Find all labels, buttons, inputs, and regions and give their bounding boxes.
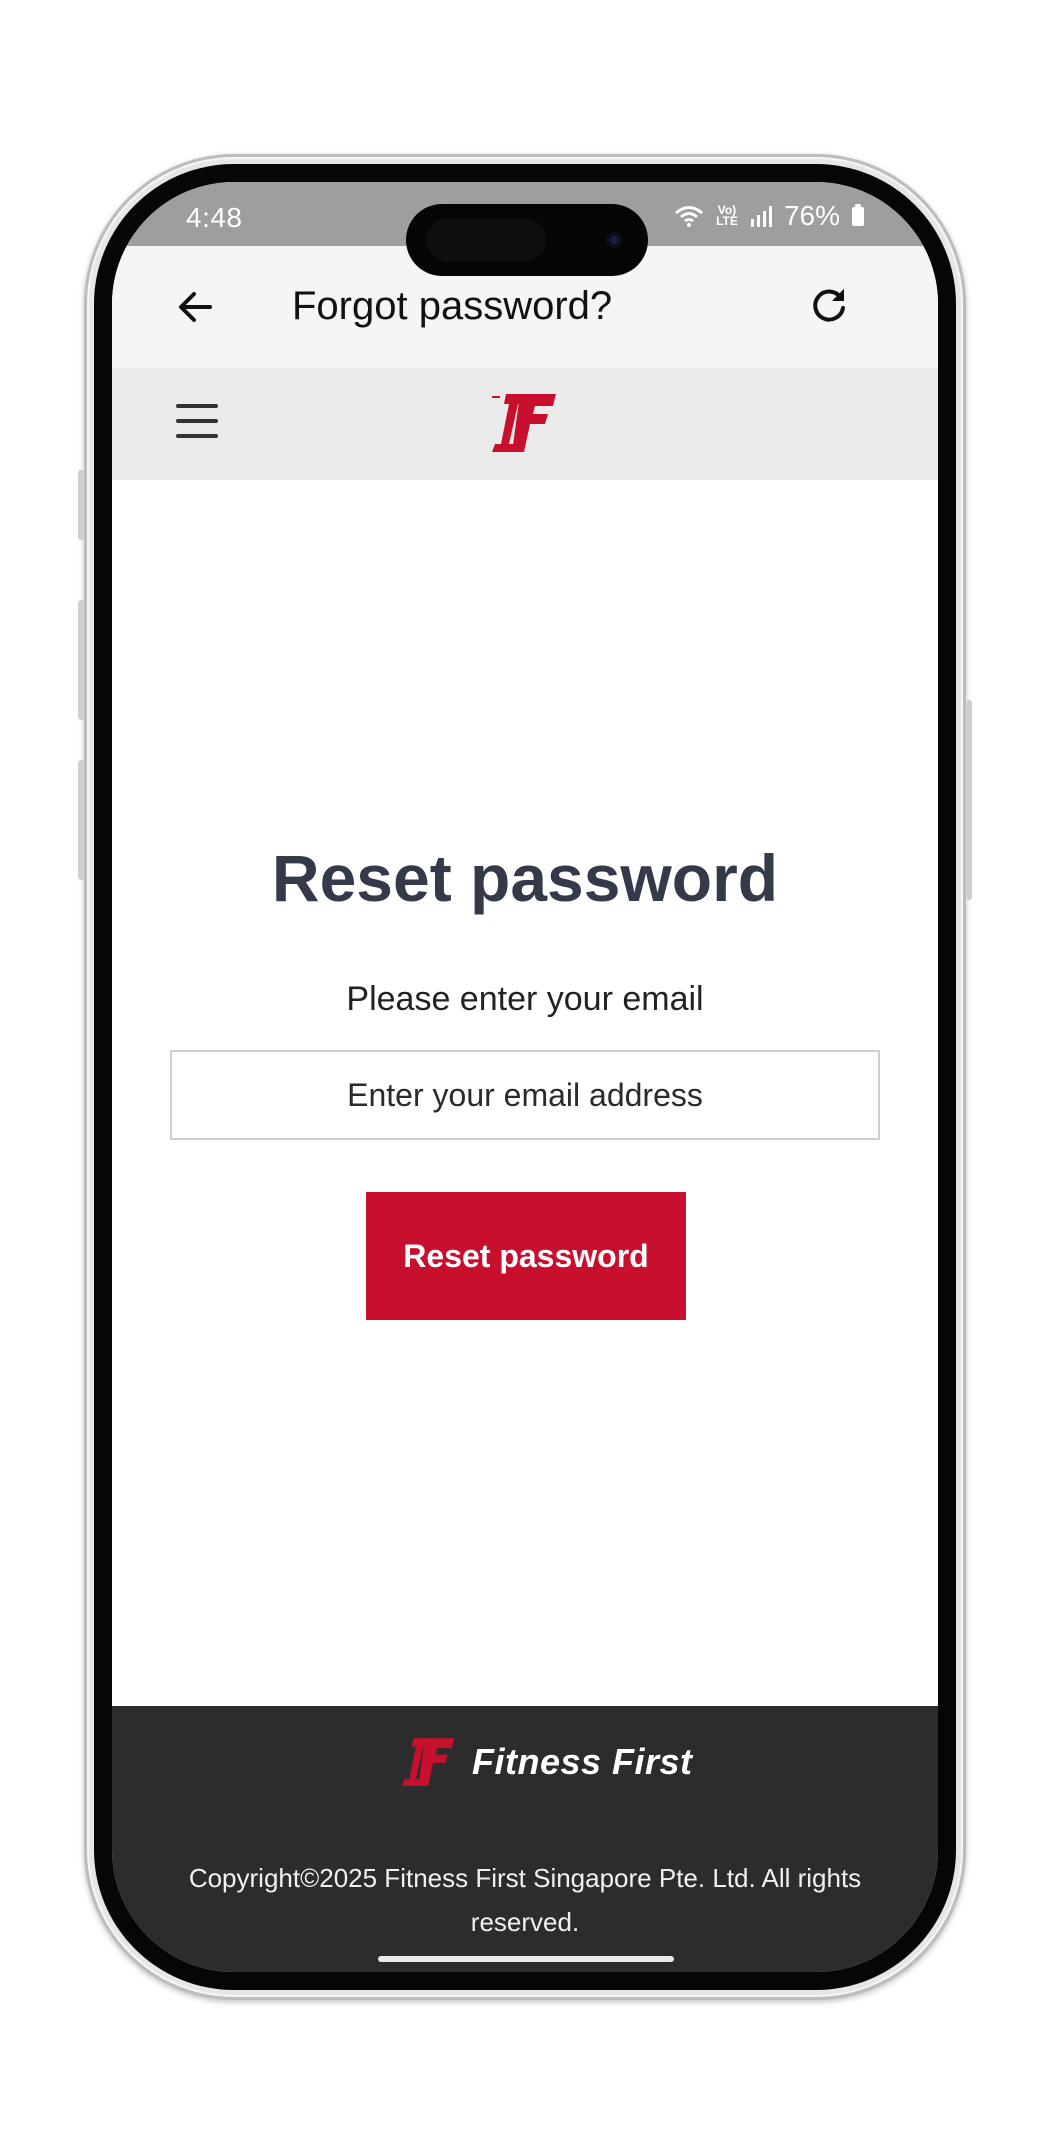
dynamic-island: [406, 204, 648, 276]
menu-icon-bar: [176, 404, 218, 408]
front-camera: [606, 232, 622, 248]
network-type-label: Vo) LTE: [716, 203, 738, 228]
island-sensor: [426, 218, 546, 262]
menu-icon-bar: [176, 434, 218, 438]
email-input[interactable]: [170, 1050, 880, 1140]
fitness-first-logo[interactable]: [492, 392, 558, 454]
page-title: Reset password: [271, 841, 779, 915]
instruction-text: Please enter your email: [346, 980, 704, 1018]
phone-volume-up-button: [78, 600, 84, 720]
app-bar-title: Forgot password?: [292, 284, 613, 328]
fitness-first-footer-logo-icon: [402, 1738, 455, 1786]
battery-percentage: 76%: [783, 200, 840, 231]
footer-brand-name: Fitness First: [472, 1741, 693, 1782]
status-time: 4:48: [186, 202, 243, 233]
status-indicators: Vo) LTE 76%: [674, 200, 864, 232]
arrow-left-icon[interactable]: [174, 286, 216, 328]
wifi-icon: [674, 206, 703, 227]
main-content: Reset password Please enter your email R…: [112, 480, 938, 1724]
signal-icon: [750, 206, 772, 227]
reset-password-button[interactable]: Reset password: [366, 1192, 686, 1320]
copyright-text: Copyright©2025 Fitness First Singapore P…: [188, 1863, 862, 1937]
phone-screen: 4:48 Vo) LTE 76% Forgot password? Reset …: [112, 182, 938, 1972]
phone-side-button: [78, 470, 84, 540]
site-header: [112, 368, 938, 480]
footer-logo[interactable]: Fitness First: [402, 1736, 693, 1788]
home-indicator[interactable]: [378, 1956, 674, 1962]
menu-icon-bar: [176, 419, 218, 423]
menu-icon[interactable]: [176, 404, 218, 442]
battery-icon: [852, 203, 864, 226]
phone-power-button: [966, 700, 972, 900]
footer: Fitness First Copyright©2025 Fitness Fir…: [112, 1706, 938, 1972]
reload-icon[interactable]: [808, 284, 850, 326]
phone-volume-down-button: [78, 760, 84, 880]
